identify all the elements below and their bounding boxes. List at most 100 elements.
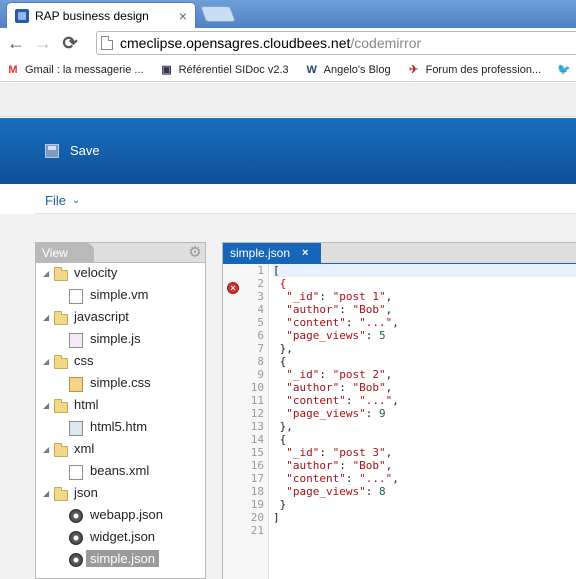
tree-item-label: xml [74, 441, 95, 456]
tree-folder[interactable]: ◢ xml [36, 439, 205, 461]
bookmark-item[interactable]: 🐦Tw [557, 63, 576, 77]
code-line: { [273, 433, 287, 446]
bookmark-label: Gmail : la messagerie ... [25, 63, 144, 76]
bookmark-favicon-icon: M [8, 63, 18, 76]
code-line: "_id": "post 3", [286, 446, 393, 459]
save-button[interactable]: Save [45, 143, 100, 158]
expand-triangle-icon[interactable]: ◢ [43, 314, 51, 322]
expand-triangle-icon[interactable]: ◢ [43, 402, 51, 410]
tab-title: RAP business design [35, 8, 149, 23]
code-line: }, [273, 420, 293, 433]
tree-item-label: webapp.json [90, 507, 163, 522]
app-top-strip [0, 83, 576, 117]
tree-file[interactable]: simple.vm [36, 285, 205, 307]
view-tab[interactable]: View [36, 243, 94, 263]
url-host: cmeclipse.opensagres.cloudbees.net [120, 35, 351, 51]
folder-icon [54, 487, 68, 501]
css-file-icon [69, 377, 83, 392]
folder-icon [54, 311, 68, 325]
bookmark-label: Forum des profession... [425, 63, 542, 76]
save-label: Save [70, 143, 100, 158]
close-icon[interactable]: × [302, 243, 308, 264]
code-line: "page_views": 8 [286, 485, 386, 498]
line-number: 12 [250, 407, 264, 420]
code-line: ] [273, 511, 280, 524]
browser-tab[interactable]: RAP business design × [6, 2, 196, 28]
line-number: 11 [250, 394, 264, 407]
menu-bar: File ⌄ [35, 184, 576, 214]
back-arrow-icon[interactable]: ← [5, 32, 27, 54]
tree-item-label: beans.xml [90, 463, 150, 478]
tree-item-label: css [74, 353, 94, 368]
json-file-icon [69, 553, 83, 567]
view-panel-header: View ⚙ [36, 243, 205, 263]
line-number: 1 [257, 264, 264, 277]
bookmark-label: Référentiel SIDoc v2.3 [178, 63, 289, 76]
tree-item-label: widget.json [90, 529, 156, 544]
page-icon [101, 36, 113, 50]
editor-tab-bar: simple.json × [223, 243, 576, 264]
bookmark-item[interactable]: M Gmail : la messagerie ... [6, 63, 144, 77]
tree-file[interactable]: simple.css [36, 373, 205, 395]
line-number: 19 [250, 498, 264, 511]
forward-arrow-icon[interactable]: → [32, 32, 54, 54]
gear-icon[interactable]: ⚙ [187, 245, 203, 261]
file-menu[interactable]: File ⌄ [45, 193, 80, 208]
code-area[interactable]: [ { "_id": "post 1", "author": "Bob", "c… [273, 264, 576, 537]
code-line: }, [273, 342, 293, 355]
line-number: 14 [250, 433, 264, 446]
expand-triangle-icon[interactable]: ◢ [43, 358, 51, 366]
code-line: "content": "...", [286, 394, 399, 407]
tree-folder[interactable]: ◢ css [36, 351, 205, 373]
tree-file[interactable]: widget.json [36, 527, 205, 549]
error-marker-icon[interactable]: × [227, 282, 239, 294]
tree-item-label: javascript [74, 309, 129, 324]
tree-item-label: simple.css [90, 375, 151, 390]
bookmark-item[interactable]: W Angelo's Blog [305, 63, 391, 77]
address-bar[interactable]: cmeclipse.opensagres.cloudbees.net/codem… [96, 31, 576, 55]
tree-item-label: json [74, 485, 98, 500]
code-line: "_id": "post 1", [286, 290, 393, 303]
editor-tab-simple-json[interactable]: simple.json × [223, 243, 321, 264]
vm-file-icon [69, 289, 83, 304]
tree-file[interactable]: simple.js [36, 329, 205, 351]
line-number: 8 [257, 355, 264, 368]
reload-icon[interactable]: ⟳ [59, 32, 81, 54]
code-line: } [273, 498, 287, 511]
tab-close-icon[interactable]: × [179, 9, 187, 23]
line-number: 10 [250, 381, 264, 394]
folder-icon [54, 443, 68, 457]
tree-folder[interactable]: ◢ json [36, 483, 205, 505]
expand-triangle-icon[interactable]: ◢ [43, 270, 51, 278]
screen: RAP business design × ← → ⟳ cmeclipse.op… [0, 0, 576, 579]
code-line: "page_views": 9 [286, 407, 386, 420]
tree-item-label: html5.htm [90, 419, 148, 434]
tree-folder[interactable]: ◢ javascript [36, 307, 205, 329]
file-tree: ◢ velocity simple.vm ◢ javascript simple.js ◢ c… [36, 263, 205, 571]
new-tab-button[interactable] [200, 6, 236, 22]
expand-triangle-icon[interactable]: ◢ [43, 490, 51, 498]
bookmark-favicon-icon: 🐦 [557, 64, 571, 76]
bookmark-favicon-icon: ▣ [161, 64, 172, 76]
tree-folder[interactable]: ◢ html [36, 395, 205, 417]
tree-file[interactable]: beans.xml [36, 461, 205, 483]
tree-file[interactable]: simple.json [36, 549, 205, 571]
chevron-down-icon: ⌄ [71, 195, 81, 206]
expand-triangle-icon[interactable]: ◢ [43, 446, 51, 454]
tree-item-label: simple.js [90, 331, 141, 346]
bookmark-item[interactable]: ✈ Forum des profession... [407, 63, 542, 77]
folder-icon [54, 399, 68, 413]
tree-file[interactable]: webapp.json [36, 505, 205, 527]
bookmark-favicon-icon: ✈ [408, 64, 419, 76]
line-number: 4 [257, 303, 264, 316]
bookmark-label: Angelo's Blog [323, 63, 391, 76]
code-line: "author": "Bob", [286, 303, 393, 316]
line-number: 21 [250, 524, 264, 537]
folder-icon [54, 267, 68, 281]
bookmark-item[interactable]: ▣ Référentiel SIDoc v2.3 [160, 63, 289, 77]
tree-folder[interactable]: ◢ velocity [36, 263, 205, 285]
code-line: "author": "Bob", [286, 459, 393, 472]
tree-file[interactable]: html5.htm [36, 417, 205, 439]
code-line: "page_views": 5 [286, 329, 386, 342]
line-number: 16 [250, 459, 264, 472]
